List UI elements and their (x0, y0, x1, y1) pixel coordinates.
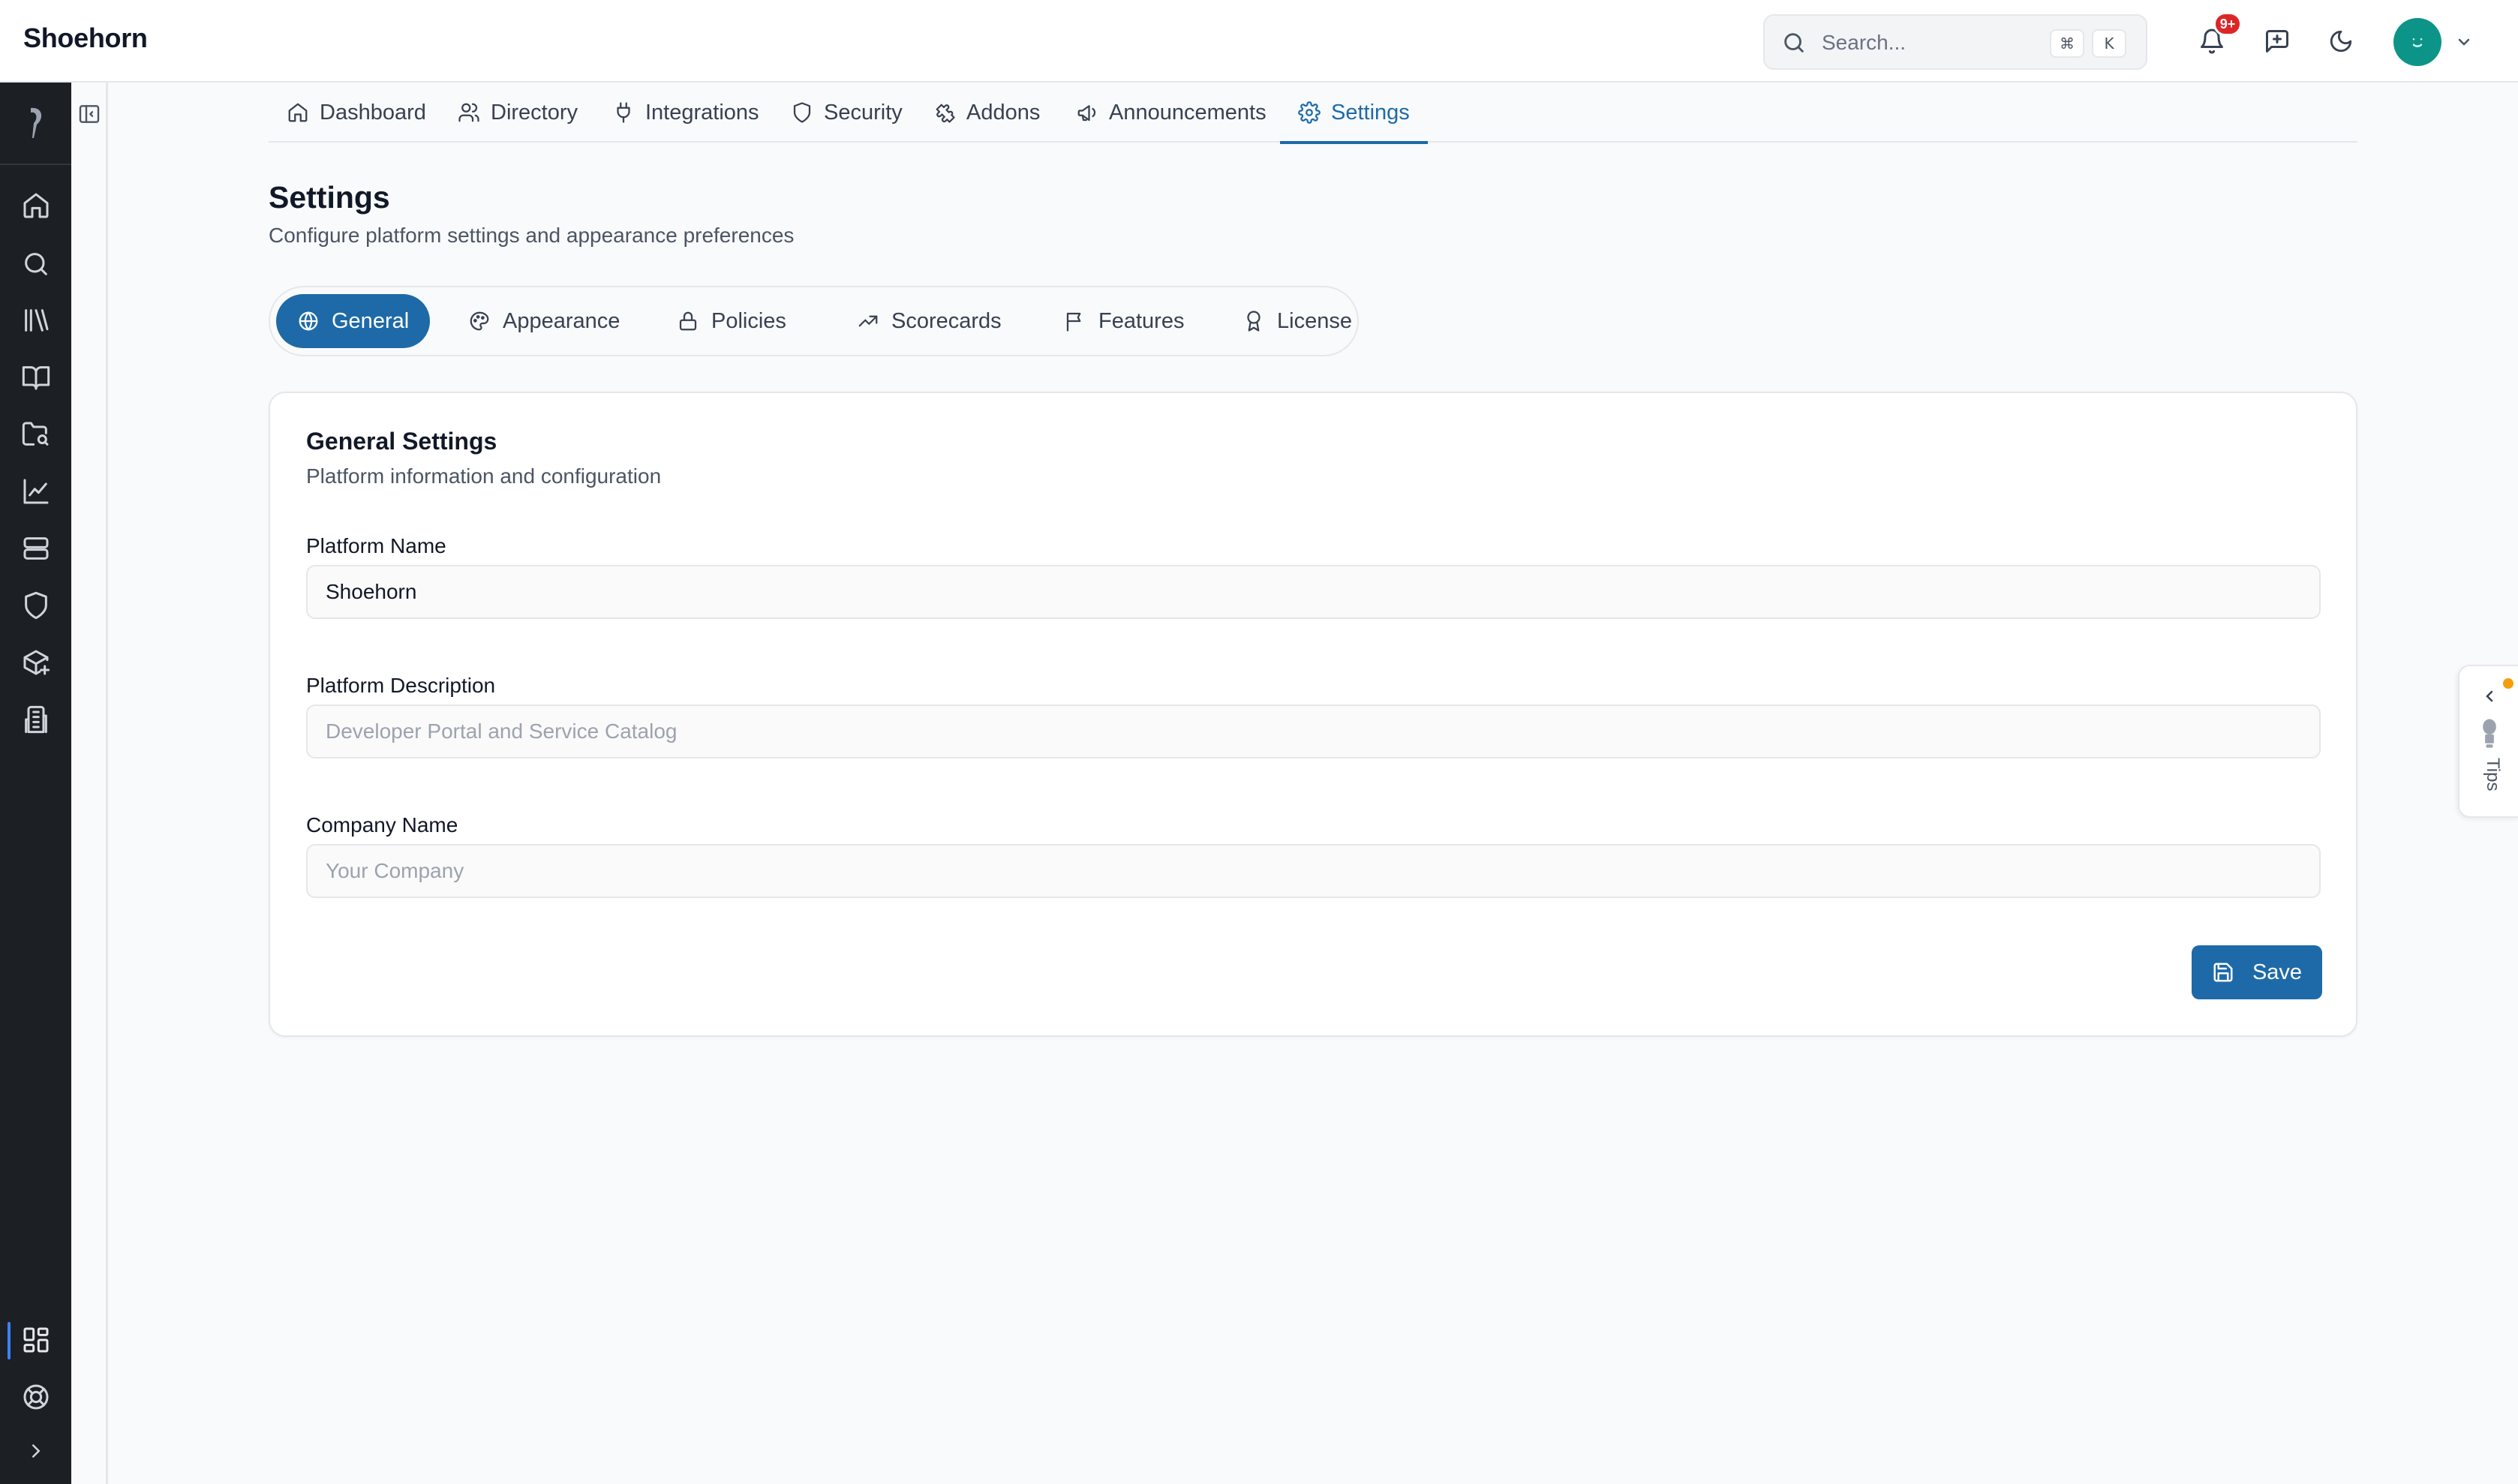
tab-directory[interactable]: Directory (458, 83, 578, 143)
platform-name-label: Platform Name (306, 534, 446, 557)
rail-shield-icon[interactable] (18, 587, 54, 623)
tab-label: Integrations (645, 100, 759, 125)
page-subtitle: Configure platform settings and appearan… (269, 224, 795, 247)
megaphone-icon (1076, 101, 1098, 124)
tab-integrations[interactable]: Integrations (612, 83, 759, 143)
settings-tab-features[interactable]: Features (1043, 294, 1205, 348)
shortcut-key-cmd: ⌘ (2050, 29, 2084, 58)
settings-tab-label: License (1277, 308, 1352, 333)
rail-layout-grid-icon[interactable] (18, 1322, 54, 1358)
platform-description-label: Platform Description (306, 674, 496, 697)
shoehorn-logo[interactable] (0, 83, 71, 165)
shortcut-key-k: K (2092, 29, 2126, 58)
home-icon (287, 101, 309, 124)
save-label: Save (2252, 960, 2303, 984)
plug-icon (612, 101, 635, 124)
company-name-input[interactable] (306, 844, 2321, 898)
tab-dashboard[interactable]: Dashboard (287, 83, 426, 143)
rail-home-icon[interactable] (18, 188, 54, 224)
settings-tab-appearance[interactable]: Appearance (447, 294, 641, 348)
rail-folder-search-icon[interactable] (18, 416, 54, 452)
chevron-left-icon (2480, 687, 2498, 705)
settings-tab-label: Features (1098, 308, 1185, 333)
tab-label: Security (824, 100, 903, 125)
settings-tabs: General Appearance Policies Scorecards F… (269, 286, 1359, 356)
platform-name-input[interactable] (306, 565, 2321, 619)
chevron-down-icon[interactable] (2455, 33, 2473, 51)
award-icon (1242, 310, 1265, 332)
search-placeholder: Search... (1822, 31, 1907, 54)
tips-indicator-dot (2503, 678, 2513, 689)
rail-active-indicator (8, 1322, 11, 1359)
page-title: Settings (269, 180, 390, 215)
moon-icon[interactable] (2324, 24, 2358, 59)
general-settings-card: General Settings Platform information an… (269, 392, 2357, 1037)
settings-tab-general[interactable]: General (276, 294, 431, 348)
lightbulb-icon (2478, 716, 2501, 753)
secondary-panel (71, 83, 108, 1484)
tips-drawer[interactable]: Tips (2458, 665, 2518, 818)
sidebar-toggle-icon[interactable] (77, 102, 101, 126)
settings-tab-label: Appearance (503, 308, 620, 333)
trending-up-icon (857, 310, 879, 332)
tab-settings[interactable]: Settings (1280, 83, 1428, 144)
palette-icon (468, 310, 491, 332)
left-rail (0, 83, 71, 1484)
tab-label: Announcements (1109, 100, 1267, 125)
rail-server-icon[interactable] (18, 530, 54, 566)
settings-tab-policies[interactable]: Policies (656, 294, 807, 348)
rail-chart-line-icon[interactable] (18, 473, 54, 509)
rail-book-open-icon[interactable] (18, 359, 54, 395)
rail-search-icon[interactable] (18, 246, 54, 282)
gear-icon (1298, 101, 1321, 124)
rail-package-plus-icon[interactable] (18, 644, 54, 680)
search-icon (1781, 30, 1807, 56)
save-icon (2212, 961, 2234, 984)
card-title: General Settings (306, 428, 497, 455)
tab-label: Addons (966, 100, 1041, 125)
user-avatar[interactable] (2393, 18, 2441, 66)
top-bar: Shoehorn Search... ⌘ K 9+ (0, 0, 2518, 83)
search-box[interactable]: Search... ⌘ K (1763, 14, 2147, 70)
settings-tab-label: General (332, 308, 410, 333)
settings-tab-label: Scorecards (891, 308, 1002, 333)
company-name-label: Company Name (306, 813, 458, 837)
rail-library-icon[interactable] (18, 302, 54, 338)
tab-security[interactable]: Security (791, 83, 903, 143)
tips-label: Tips (2483, 758, 2503, 792)
puzzle-icon (933, 101, 956, 124)
shield-icon (791, 101, 813, 124)
main-nav-tabs: Dashboard Directory Integrations Securit… (269, 83, 2357, 144)
tab-label: Directory (491, 100, 578, 125)
rail-expand-chevron-icon[interactable] (18, 1433, 54, 1469)
settings-tab-license[interactable]: License (1221, 294, 1373, 348)
rail-help-lifebuoy-icon[interactable] (18, 1379, 54, 1415)
platform-description-input[interactable] (306, 704, 2321, 759)
save-button[interactable]: Save (2192, 945, 2322, 999)
tab-announcements[interactable]: Announcements (1076, 83, 1267, 143)
card-subtitle: Platform information and configuration (306, 464, 662, 488)
rail-building-icon[interactable] (18, 701, 54, 737)
feedback-icon[interactable] (2260, 24, 2294, 59)
globe-icon (297, 310, 320, 332)
flag-icon (1064, 310, 1086, 332)
settings-tab-scorecards[interactable]: Scorecards (836, 294, 1023, 348)
tab-label: Dashboard (320, 100, 426, 125)
users-icon (458, 101, 480, 124)
settings-tab-label: Policies (711, 308, 786, 333)
app-title[interactable]: Shoehorn (23, 23, 148, 54)
notification-badge: 9+ (2213, 12, 2242, 36)
lock-icon (677, 310, 699, 332)
tab-addons[interactable]: Addons (933, 83, 1040, 143)
tab-label: Settings (1331, 100, 1410, 125)
